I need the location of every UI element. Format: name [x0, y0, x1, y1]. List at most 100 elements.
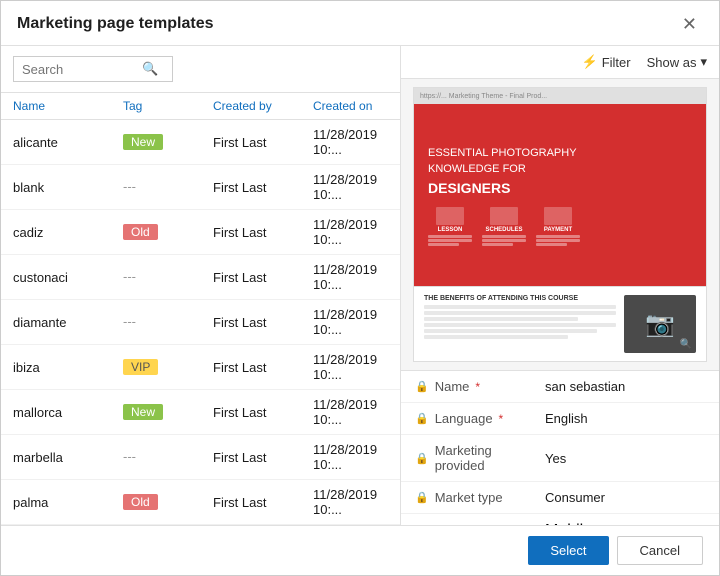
detail-value: Consumer — [545, 490, 705, 505]
table-row[interactable]: diamante --- First Last 11/28/2019 10:..… — [1, 300, 400, 345]
cell-name: custonaci — [13, 270, 123, 285]
preview-card-payment-label: PAYMENT — [544, 227, 572, 233]
tag-none: --- — [123, 314, 136, 329]
dialog-title: Marketing page templates — [17, 15, 214, 33]
col-header-name[interactable]: Name — [13, 99, 123, 113]
detail-value: san sebastian — [545, 379, 705, 394]
search-input[interactable] — [22, 62, 142, 77]
detail-value: Yes — [545, 451, 705, 466]
select-button[interactable]: Select — [528, 536, 608, 565]
table-row[interactable]: marbella --- First Last 11/28/2019 10:..… — [1, 435, 400, 480]
cell-tag: Old — [123, 493, 213, 511]
detail-label: 🔒 Market type — [415, 490, 545, 505]
tag-badge: Old — [123, 224, 158, 240]
cell-createdby: First Last — [213, 180, 313, 195]
cell-name: alicante — [13, 135, 123, 150]
detail-row: 🔒 Optimized for Mobile ▾ — [401, 514, 719, 525]
table-header: Name Tag Created by Created on — [1, 93, 400, 120]
search-input-wrap: 🔍 — [13, 56, 173, 82]
chevron-down-icon: ▾ — [700, 54, 707, 70]
tag-badge: New — [123, 404, 163, 420]
table-row[interactable]: palma Old First Last 11/28/2019 10:... — [1, 480, 400, 525]
table-row[interactable]: ibiza VIP First Last 11/28/2019 10:... — [1, 345, 400, 390]
col-header-createdby[interactable]: Created by — [213, 99, 313, 113]
preview-bottom: THE BENEFITS OF ATTENDING THIS COURSE 📷 — [413, 287, 707, 362]
detail-label: 🔒 Marketing provided — [415, 443, 545, 473]
cell-createdby: First Last — [213, 315, 313, 330]
detail-value-text: English — [545, 411, 588, 426]
detail-row: 🔒 Language * English — [401, 403, 719, 435]
table-row[interactable]: alicante New First Last 11/28/2019 10:..… — [1, 120, 400, 165]
preview-card-lesson: LESSON — [428, 207, 472, 246]
cell-tag: --- — [123, 268, 213, 286]
cell-createdon: 11/28/2019 10:... — [313, 397, 388, 427]
show-as-button[interactable]: Show as ▾ — [647, 54, 707, 70]
table-body: alicante New First Last 11/28/2019 10:..… — [1, 120, 400, 525]
cell-tag: New — [123, 403, 213, 421]
tag-badge: Old — [123, 494, 158, 510]
marketing-templates-dialog: Marketing page templates ✕ 🔍 Name Tag Cr… — [0, 0, 720, 576]
cell-createdon: 11/28/2019 10:... — [313, 262, 388, 292]
cell-createdby: First Last — [213, 405, 313, 420]
tag-none: --- — [123, 449, 136, 464]
cell-createdon: 11/28/2019 10:... — [313, 352, 388, 382]
detail-label: 🔒 Language * — [415, 411, 545, 426]
table-row[interactable]: blank --- First Last 11/28/2019 10:... — [1, 165, 400, 210]
table-row[interactable]: custonaci --- First Last 11/28/2019 10:.… — [1, 255, 400, 300]
cell-createdby: First Last — [213, 135, 313, 150]
cell-tag: New — [123, 133, 213, 151]
cell-createdby: First Last — [213, 270, 313, 285]
table-row[interactable]: mallorca New First Last 11/28/2019 10:..… — [1, 390, 400, 435]
dialog-footer: Select Cancel — [1, 525, 719, 575]
detail-row: 🔒 Marketing provided Yes — [401, 435, 719, 482]
col-header-createdon[interactable]: Created on — [313, 99, 388, 113]
cell-tag: --- — [123, 178, 213, 196]
cell-name: palma — [13, 495, 123, 510]
cell-createdon: 11/28/2019 10:... — [313, 442, 388, 472]
cell-createdon: 11/28/2019 10:... — [313, 172, 388, 202]
detail-value-text: Yes — [545, 451, 566, 466]
dialog-body: 🔍 Name Tag Created by Created on alicant… — [1, 46, 719, 525]
tag-badge: New — [123, 134, 163, 150]
details-area: 🔒 Name * san sebastian 🔒 Language * Engl… — [401, 371, 719, 525]
detail-row: 🔒 Name * san sebastian — [401, 371, 719, 403]
tag-none: --- — [123, 179, 136, 194]
cell-name: cadiz — [13, 225, 123, 240]
camera-icon: 📷 — [645, 310, 675, 339]
preview-card-schedules-label: SCHEDULES — [485, 227, 522, 233]
preview-url-bar: https://... Marketing Theme - Final Prod… — [420, 93, 547, 100]
search-icon: 🔍 — [142, 61, 158, 77]
zoom-icon: 🔍 — [680, 339, 692, 350]
preview-cards: LESSON SCHEDULES — [428, 207, 692, 246]
detail-value: English — [545, 411, 705, 426]
preview-card-lesson-label: LESSON — [438, 227, 463, 233]
cell-createdby: First Last — [213, 225, 313, 240]
detail-label: 🔒 Name * — [415, 379, 545, 394]
lock-icon: 🔒 — [415, 452, 429, 465]
required-indicator: * — [475, 380, 480, 394]
preview-text-section: THE BENEFITS OF ATTENDING THIS COURSE — [424, 295, 616, 353]
cancel-button[interactable]: Cancel — [617, 536, 703, 565]
col-header-tag[interactable]: Tag — [123, 99, 213, 113]
cell-tag: Old — [123, 223, 213, 241]
dialog-header: Marketing page templates ✕ — [1, 1, 719, 46]
required-indicator: * — [499, 412, 504, 426]
tag-badge: VIP — [123, 359, 158, 375]
cell-createdon: 11/28/2019 10:... — [313, 487, 388, 517]
cell-createdby: First Last — [213, 360, 313, 375]
filter-button[interactable]: ⚡ Filter — [582, 54, 631, 70]
table-row[interactable]: cadiz Old First Last 11/28/2019 10:... — [1, 210, 400, 255]
close-button[interactable]: ✕ — [676, 13, 703, 35]
cell-createdon: 11/28/2019 10:... — [313, 127, 388, 157]
cell-createdby: First Last — [213, 495, 313, 510]
preview-image: https://... Marketing Theme - Final Prod… — [413, 87, 707, 287]
preview-card-payment: PAYMENT — [536, 207, 580, 246]
search-bar: 🔍 — [1, 46, 400, 93]
preview-banner-subtitle: ESSENTIAL PHOTOGRAPHYKNOWLEDGE FORDESIGN… — [428, 145, 692, 199]
detail-value-text: san sebastian — [545, 379, 625, 394]
show-as-label: Show as — [647, 55, 697, 70]
left-panel: 🔍 Name Tag Created by Created on alicant… — [1, 46, 401, 525]
preview-banner-title: DESIGNERS — [428, 180, 510, 196]
cell-tag: --- — [123, 448, 213, 466]
cell-createdby: First Last — [213, 450, 313, 465]
